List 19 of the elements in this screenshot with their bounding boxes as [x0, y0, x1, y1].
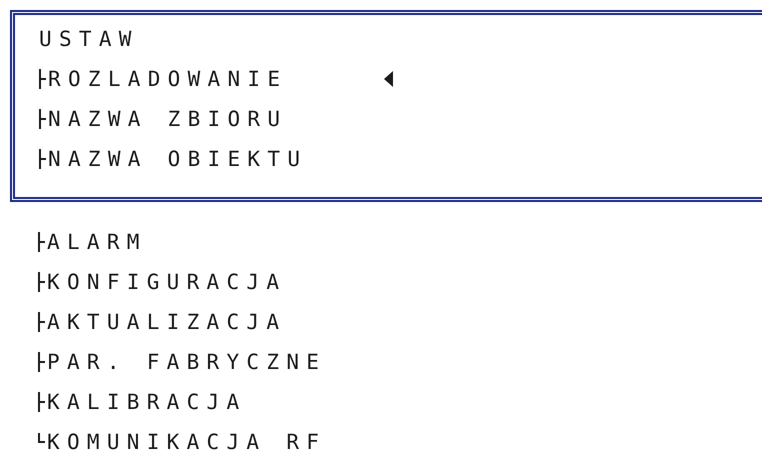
tree-end-icon	[38, 433, 45, 443]
menu-item[interactable]: KOMUNIKACJA RF	[47, 432, 326, 452]
menu-item[interactable]: NAZWA OBIEKTU	[48, 148, 308, 170]
menu-item[interactable]: KALIBRACJA	[47, 392, 246, 412]
menu-item[interactable]: KONFIGURACJA	[47, 272, 286, 292]
tree-branch-icon	[39, 109, 46, 129]
tree-branch-icon	[39, 149, 46, 169]
tree-branch-icon	[38, 272, 45, 292]
menu-item[interactable]: AKTUALIZACJA	[47, 312, 286, 332]
tree-branch-icon	[39, 69, 46, 89]
menu-item[interactable]: PAR. FABRYCZNE	[47, 352, 326, 372]
menu-item[interactable]: ROZLADOWANIE	[48, 68, 288, 90]
menu-item[interactable]: NAZWA ZBIORU	[48, 108, 288, 130]
tree-branch-icon	[38, 232, 45, 252]
menu-item[interactable]: ALARM	[47, 232, 147, 252]
tree-branch-icon	[38, 352, 45, 372]
menu-title: USTAW	[39, 28, 139, 50]
tree-branch-icon	[38, 312, 45, 332]
tree-branch-icon	[38, 392, 45, 412]
